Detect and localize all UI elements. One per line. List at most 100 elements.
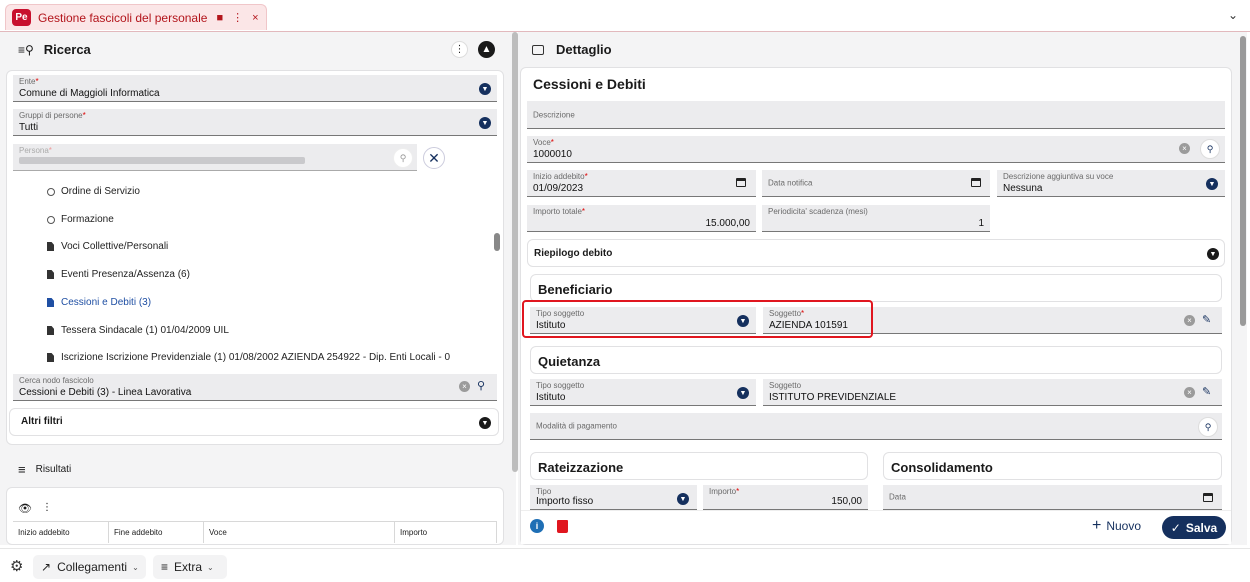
importo-totale-label: Importo totale — [533, 207, 582, 216]
quietanza-tipo-label: Tipo soggetto — [536, 381, 585, 390]
rateizzazione-tipo-field[interactable]: Tipo Importo fisso — [530, 485, 697, 510]
menu-lines-icon: ≡ — [161, 560, 169, 574]
results-menu-icon[interactable]: ⋮ — [42, 502, 52, 513]
tree-item-label: Voci Collettive/Personali — [61, 241, 169, 252]
calendar-icon[interactable] — [971, 178, 981, 187]
chevron-down-icon[interactable]: ⌄ — [1228, 8, 1238, 22]
periodicita-label: Periodicita' scadenza (mesi) — [768, 207, 868, 216]
column-header[interactable]: Voce — [204, 521, 395, 543]
ente-field[interactable]: Ente* Comune di Maggioli Informatica — [13, 75, 497, 102]
importo-totale-field[interactable]: Importo totale* 15.000,00 — [527, 205, 756, 232]
voce-search-icon[interactable]: ⚲ — [1200, 139, 1220, 159]
edit-icon[interactable]: ✎ — [1202, 385, 1211, 398]
rateizzazione-tipo-dropdown-icon[interactable]: ▼ — [677, 493, 689, 505]
persona-search-icon[interactable]: ⚲ — [393, 148, 413, 168]
persona-field[interactable]: Persona* — [13, 144, 417, 171]
tree-item-ordine[interactable]: Ordine di Servizio — [47, 186, 140, 197]
cerca-clear-icon[interactable]: × — [459, 381, 470, 392]
desc-aggiuntiva-field[interactable]: Descrizione aggiuntiva su voce Nessuna — [997, 170, 1225, 197]
consolidamento-data-field[interactable]: Data — [883, 485, 1222, 510]
voce-field[interactable]: Voce* 1000010 — [527, 136, 1225, 163]
calendar-icon[interactable] — [736, 178, 746, 187]
persona-redacted-value — [19, 157, 305, 164]
inizio-value: 01/09/2023 — [533, 183, 584, 194]
ente-dropdown-icon[interactable]: ▼ — [479, 83, 491, 95]
column-header[interactable]: Importo — [395, 521, 497, 543]
extra-button[interactable]: ≡ Extra ⌄ — [153, 555, 227, 579]
eye-icon[interactable]: 👁 — [18, 502, 32, 515]
cerca-search-icon[interactable]: ⚲ — [477, 379, 485, 392]
altri-filtri-panel[interactable]: Altri filtri ▼ — [9, 408, 499, 436]
data-notifica-field[interactable]: Data notifica — [762, 170, 990, 197]
search-panel-header: ≡⚲ Ricerca — [18, 42, 91, 57]
search-menu-button[interactable]: ⋮ — [451, 41, 468, 58]
riepilogo-expand-icon[interactable]: ▼ — [1207, 248, 1219, 260]
tab-bar: Pe Gestione fascicoli del personale ■ ⋮ … — [0, 0, 1250, 32]
ente-label: Ente — [19, 77, 36, 86]
rateizzazione-section: Rateizzazione — [530, 452, 868, 480]
voce-label: Voce — [533, 138, 551, 147]
rateizzazione-title: Rateizzazione — [538, 460, 624, 475]
quietanza-soggetto-field[interactable]: Soggetto ISTITUTO PREVIDENZIALE — [763, 379, 1222, 406]
beneficiario-clear-icon[interactable]: × — [1184, 315, 1195, 326]
tab-close-icon[interactable]: × — [252, 12, 258, 24]
nuovo-button[interactable]: + Nuovo — [1092, 517, 1141, 535]
chevron-down-icon: ⌄ — [132, 562, 139, 572]
desc-agg-dropdown-icon[interactable]: ▼ — [1206, 178, 1218, 190]
tree-item-iscrizione[interactable]: Iscrizione Iscrizione Previdenziale (1) … — [47, 352, 450, 363]
tree-item-cessioni[interactable]: Cessioni e Debiti (3) — [47, 297, 152, 308]
tree-item-label: Formazione — [61, 214, 114, 225]
voce-clear-icon[interactable]: × — [1179, 143, 1190, 154]
column-header[interactable]: Fine addebito — [109, 521, 204, 543]
tab-menu-icon[interactable]: ⋮ — [232, 11, 243, 24]
trash-icon[interactable] — [557, 520, 568, 533]
nuovo-label: Nuovo — [1106, 519, 1142, 533]
gruppi-dropdown-icon[interactable]: ▼ — [479, 117, 491, 129]
tree-scrollbar[interactable] — [494, 233, 500, 251]
quietanza-clear-icon[interactable]: × — [1184, 387, 1195, 398]
inizio-addebito-field[interactable]: Inizio addebito* 01/09/2023 — [527, 170, 756, 197]
rateizzazione-importo-label: Importo — [709, 487, 737, 496]
cerca-nodo-value: Cessioni e Debiti (3) - Linea Lavorativa — [19, 387, 192, 398]
rateizzazione-importo-field[interactable]: Importo* 150,00 — [703, 485, 868, 510]
edit-icon[interactable]: ✎ — [1202, 313, 1211, 326]
rateizzazione-importo-value: 150,00 — [831, 496, 862, 507]
quietanza-tipo-dropdown-icon[interactable]: ▼ — [737, 387, 749, 399]
salva-button[interactable]: ✓ Salva — [1162, 516, 1226, 539]
collapse-search-button[interactable]: ▲ — [478, 41, 495, 58]
persona-clear-button[interactable]: ✕ — [423, 147, 445, 169]
tree-item-eventi[interactable]: Eventi Presenza/Assenza (6) — [47, 269, 190, 280]
app-tab[interactable]: Pe Gestione fascicoli del personale ■ ⋮ … — [5, 4, 267, 30]
modalita-pagamento-field[interactable]: Modalità di pagamento — [530, 413, 1222, 440]
tree-item-tessera[interactable]: Tessera Sindacale (1) 01/04/2009 UIL — [47, 325, 229, 336]
detail-scrollbar[interactable] — [1240, 36, 1246, 326]
column-header[interactable]: Inizio addebito — [13, 521, 109, 543]
descrizione-field[interactable]: Descrizione — [527, 101, 1225, 129]
collegamenti-button[interactable]: ↗ Collegamenti ⌄ — [33, 555, 146, 579]
detail-panel-header: Dettaglio — [532, 42, 612, 57]
beneficiario-title: Beneficiario — [538, 282, 613, 297]
calendar-icon[interactable] — [1203, 493, 1213, 502]
info-icon[interactable]: i — [530, 519, 544, 533]
tree-item-voci[interactable]: Voci Collettive/Personali — [47, 241, 169, 252]
gruppi-field[interactable]: Gruppi di persone* Tutti — [13, 109, 497, 136]
rateizzazione-tipo-label: Tipo — [536, 487, 552, 496]
gear-icon[interactable]: ⚙ — [10, 557, 23, 575]
tree-item-label: Cessioni e Debiti (3) — [61, 297, 152, 308]
cerca-nodo-label: Cerca nodo fascicolo — [19, 376, 94, 385]
periodicita-field[interactable]: Periodicita' scadenza (mesi) 1 — [762, 205, 990, 232]
app-logo: Pe — [12, 9, 31, 26]
detail-heading: Cessioni e Debiti — [533, 76, 646, 92]
tree-item-formazione[interactable]: Formazione — [47, 214, 114, 225]
gruppi-label: Gruppi di persone — [19, 111, 83, 120]
desc-agg-value: Nessuna — [1003, 183, 1043, 194]
cerca-nodo-field[interactable]: Cerca nodo fascicolo Cessioni e Debiti (… — [13, 374, 497, 401]
modalita-search-icon[interactable]: ⚲ — [1198, 417, 1218, 437]
extra-label: Extra — [174, 560, 203, 574]
altri-filtri-expand-icon[interactable]: ▼ — [479, 417, 491, 429]
riepilogo-debito-panel[interactable]: Riepilogo debito ▼ — [527, 239, 1225, 267]
bookmark-icon[interactable]: ■ — [216, 12, 223, 24]
consolidamento-section: Consolidamento — [883, 452, 1222, 480]
quietanza-tipo-field[interactable]: Tipo soggetto Istituto — [530, 379, 756, 406]
bottom-bar: ⚙ ↗ Collegamenti ⌄ ≡ Extra ⌄ — [0, 548, 1250, 582]
